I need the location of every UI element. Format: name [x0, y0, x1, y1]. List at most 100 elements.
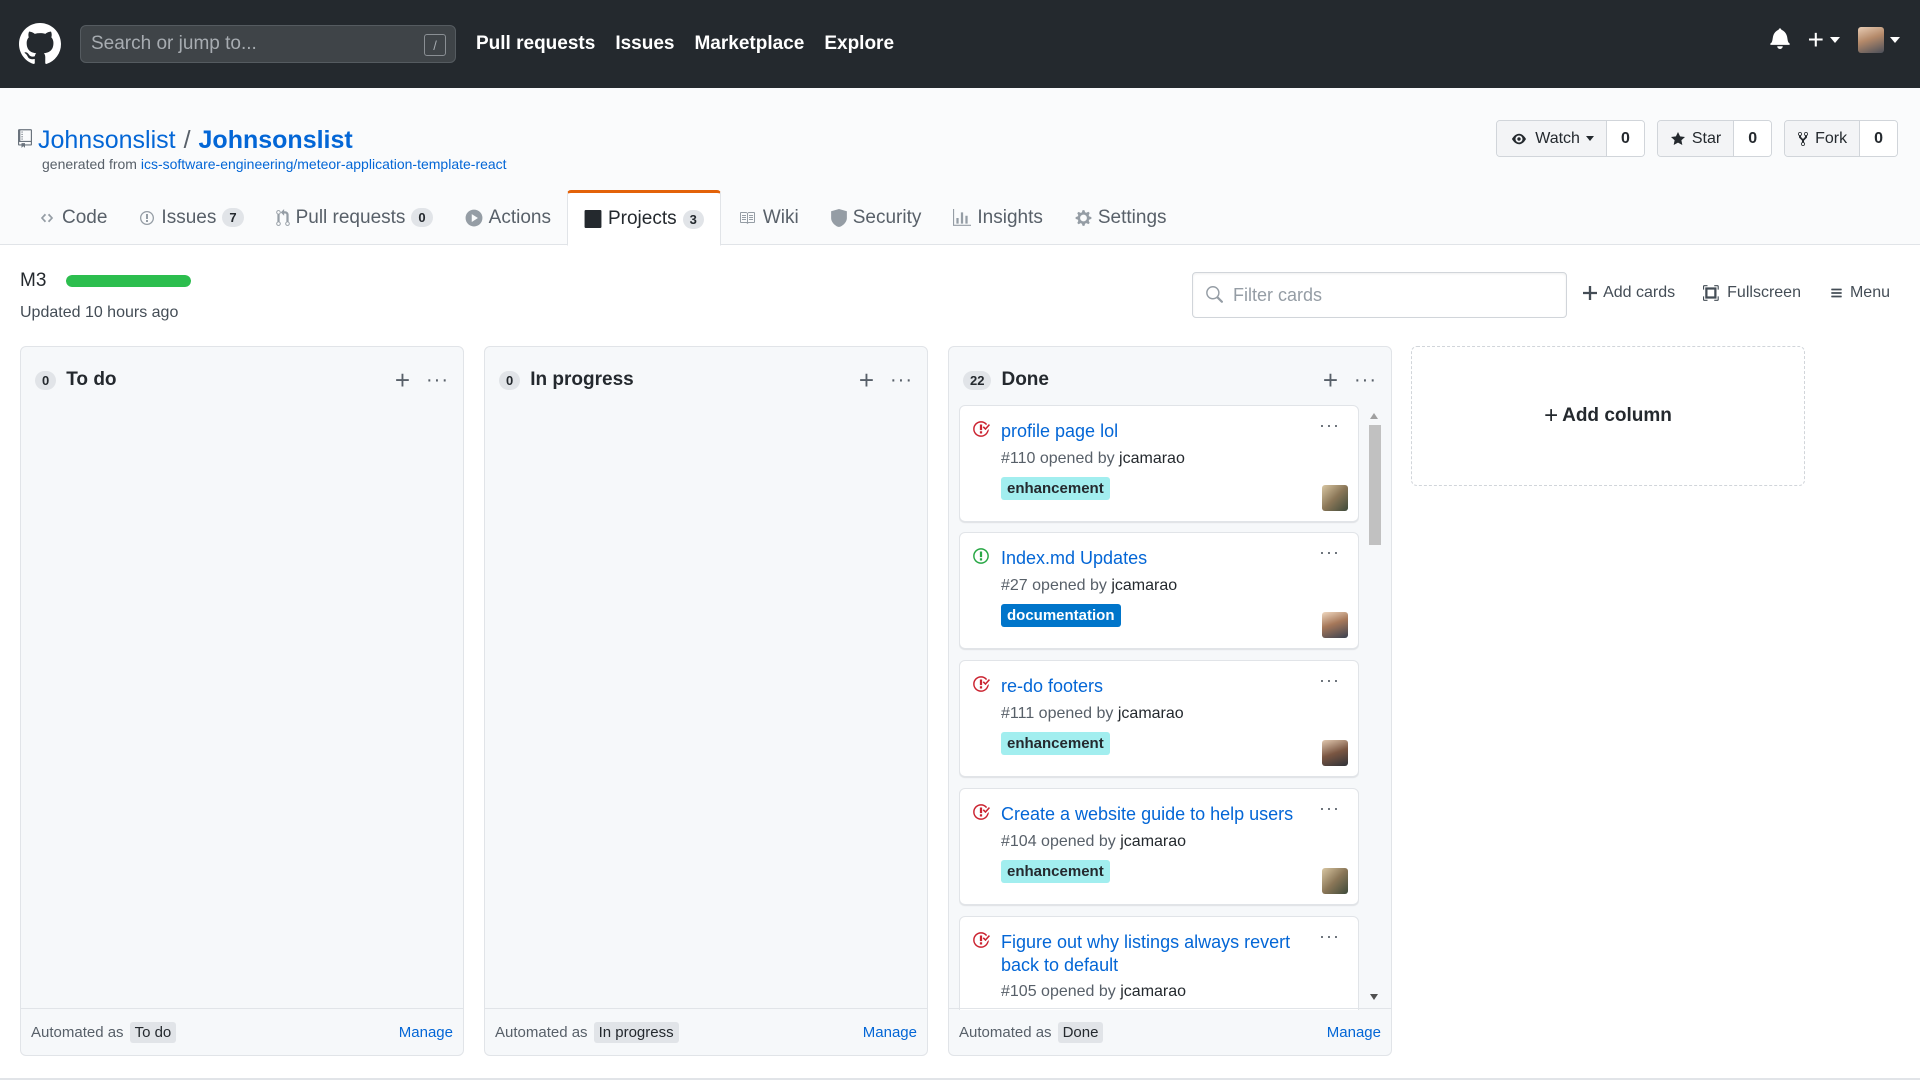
- issue-title-link[interactable]: re-do footers: [1001, 675, 1306, 698]
- nav-marketplace[interactable]: Marketplace: [694, 33, 804, 55]
- avatar[interactable]: [1322, 485, 1348, 511]
- issue-title-link[interactable]: Index.md Updates: [1001, 547, 1306, 570]
- pull-request-icon: [275, 208, 290, 226]
- issue-card[interactable]: re-do footers #111 opened by jcamarao en…: [959, 660, 1359, 777]
- column-name[interactable]: In progress: [530, 369, 633, 391]
- scroll-thumb[interactable]: [1369, 425, 1381, 545]
- shield-icon: [830, 208, 847, 227]
- kebab-menu-icon[interactable]: ···: [1319, 543, 1340, 561]
- issue-closed-icon: [972, 675, 990, 698]
- nav-explore[interactable]: Explore: [824, 33, 894, 55]
- fullscreen-button[interactable]: Fullscreen: [1703, 284, 1801, 302]
- issue-card[interactable]: Index.md Updates #27 opened by jcamarao …: [959, 532, 1359, 649]
- label-badge[interactable]: documentation: [1001, 604, 1121, 627]
- project-menu-button[interactable]: Menu: [1829, 284, 1890, 302]
- tab-pull-requests[interactable]: Pull requests 0: [260, 190, 449, 245]
- tab-issues[interactable]: Issues 7: [123, 190, 259, 245]
- repo-title: Johnsonslist / Johnsonslist: [18, 126, 353, 155]
- star-button-group: Star 0: [1656, 120, 1773, 157]
- fork-count[interactable]: 0: [1860, 121, 1897, 156]
- automation-value: To do: [129, 1021, 177, 1043]
- issue-number: #110: [1001, 450, 1036, 467]
- avatar[interactable]: [1322, 740, 1348, 766]
- issue-author-link[interactable]: jcamarao: [1120, 983, 1186, 1000]
- issue-card[interactable]: Figure out why listings always revert ba…: [959, 916, 1359, 1010]
- github-mark-icon[interactable]: [18, 22, 62, 66]
- watch-button[interactable]: Watch: [1497, 121, 1607, 156]
- manage-automation-link[interactable]: Manage: [399, 1024, 453, 1041]
- filter-cards-input[interactable]: [1233, 284, 1533, 306]
- repo-name-link[interactable]: Johnsonslist: [199, 126, 353, 155]
- kebab-menu-icon[interactable]: ···: [1319, 927, 1340, 945]
- issue-title-link[interactable]: Figure out why listings always revert ba…: [1001, 931, 1306, 977]
- issue-author-link[interactable]: jcamarao: [1119, 450, 1185, 467]
- global-search[interactable]: /: [80, 25, 456, 63]
- star-button[interactable]: Star: [1657, 121, 1735, 156]
- issue-opened-by: opened by: [1041, 833, 1116, 850]
- filter-cards-box[interactable]: [1192, 272, 1567, 318]
- tab-label: Issues: [161, 206, 217, 228]
- tab-wiki[interactable]: Wiki: [721, 190, 815, 245]
- issue-title-link[interactable]: Create a website guide to help users: [1001, 803, 1306, 826]
- tab-security[interactable]: Security: [815, 190, 938, 245]
- tab-code[interactable]: Code: [22, 190, 123, 245]
- nav-issues[interactable]: Issues: [615, 33, 674, 55]
- star-count[interactable]: 0: [1734, 121, 1772, 156]
- avatar[interactable]: [1322, 868, 1348, 894]
- user-menu[interactable]: [1858, 27, 1900, 53]
- nav-pull-requests[interactable]: Pull requests: [476, 33, 595, 55]
- add-column-button[interactable]: + Add column: [1411, 346, 1805, 486]
- add-cards-button[interactable]: Add cards: [1583, 284, 1675, 302]
- kebab-menu-icon[interactable]: ···: [1319, 671, 1340, 689]
- project-icon: [584, 210, 602, 228]
- search-input[interactable]: [91, 33, 411, 55]
- fork-button[interactable]: Fork: [1785, 121, 1861, 156]
- issue-meta: #111 opened by jcamarao: [1001, 705, 1184, 723]
- kebab-menu-icon[interactable]: ···: [1319, 799, 1340, 817]
- scroll-down-arrow-icon[interactable]: [1370, 994, 1378, 1000]
- issue-author-link[interactable]: jcamarao: [1118, 705, 1184, 722]
- issue-author-link[interactable]: jcamarao: [1111, 577, 1177, 594]
- tab-insights[interactable]: Insights: [937, 190, 1058, 245]
- tab-label: Pull requests: [295, 206, 406, 228]
- repo-tabs: Code Issues 7 Pull requests 0 Actions Pr…: [22, 190, 1183, 246]
- tab-projects[interactable]: Projects 3: [566, 190, 721, 246]
- kebab-menu-icon[interactable]: ···: [1354, 370, 1377, 390]
- issue-opened-icon: [972, 547, 990, 570]
- column-tools: + ···: [395, 367, 449, 393]
- issue-author-link[interactable]: jcamarao: [1120, 833, 1186, 850]
- global-header: / Pull requests Issues Marketplace Explo…: [0, 0, 1920, 88]
- issue-number: #104: [1001, 833, 1037, 850]
- card-list-scrollbar[interactable]: [1367, 409, 1381, 1004]
- kebab-menu-icon[interactable]: ···: [426, 370, 449, 390]
- fullscreen-label: Fullscreen: [1727, 284, 1801, 301]
- column-name[interactable]: Done: [1001, 369, 1049, 391]
- issue-card[interactable]: Create a website guide to help users #10…: [959, 788, 1359, 905]
- manage-automation-link[interactable]: Manage: [863, 1024, 917, 1041]
- column-name[interactable]: To do: [66, 369, 116, 391]
- label-badge[interactable]: enhancement: [1001, 477, 1110, 500]
- issue-card[interactable]: profile page lol #110 opened by jcamarao…: [959, 405, 1359, 522]
- avatar[interactable]: [1322, 612, 1348, 638]
- issue-meta: #27 opened by jcamarao: [1001, 577, 1177, 595]
- scroll-up-arrow-icon[interactable]: [1370, 413, 1378, 419]
- watch-count[interactable]: 0: [1606, 121, 1644, 156]
- manage-automation-link[interactable]: Manage: [1327, 1024, 1381, 1041]
- create-new-menu[interactable]: +: [1808, 26, 1840, 54]
- repo-owner-link[interactable]: Johnsonslist: [38, 126, 176, 155]
- label-badge[interactable]: enhancement: [1001, 732, 1110, 755]
- kebab-menu-icon[interactable]: ···: [1319, 416, 1340, 434]
- tab-settings[interactable]: Settings: [1059, 190, 1183, 245]
- issue-title-link[interactable]: profile page lol: [1001, 420, 1306, 443]
- column-done: 22 Done + ··· profile page lol #110 open…: [948, 346, 1392, 1056]
- plus-icon[interactable]: +: [395, 367, 410, 393]
- template-source-link[interactable]: ics-software-engineering/meteor-applicat…: [141, 156, 507, 172]
- bell-icon[interactable]: [1770, 27, 1790, 54]
- plus-icon[interactable]: +: [859, 367, 874, 393]
- label-badge[interactable]: enhancement: [1001, 860, 1110, 883]
- tab-actions[interactable]: Actions: [449, 190, 567, 245]
- kebab-menu-icon[interactable]: ···: [890, 370, 913, 390]
- plus-icon[interactable]: +: [1323, 367, 1338, 393]
- book-icon: [739, 211, 755, 224]
- watch-label: Watch: [1535, 129, 1580, 147]
